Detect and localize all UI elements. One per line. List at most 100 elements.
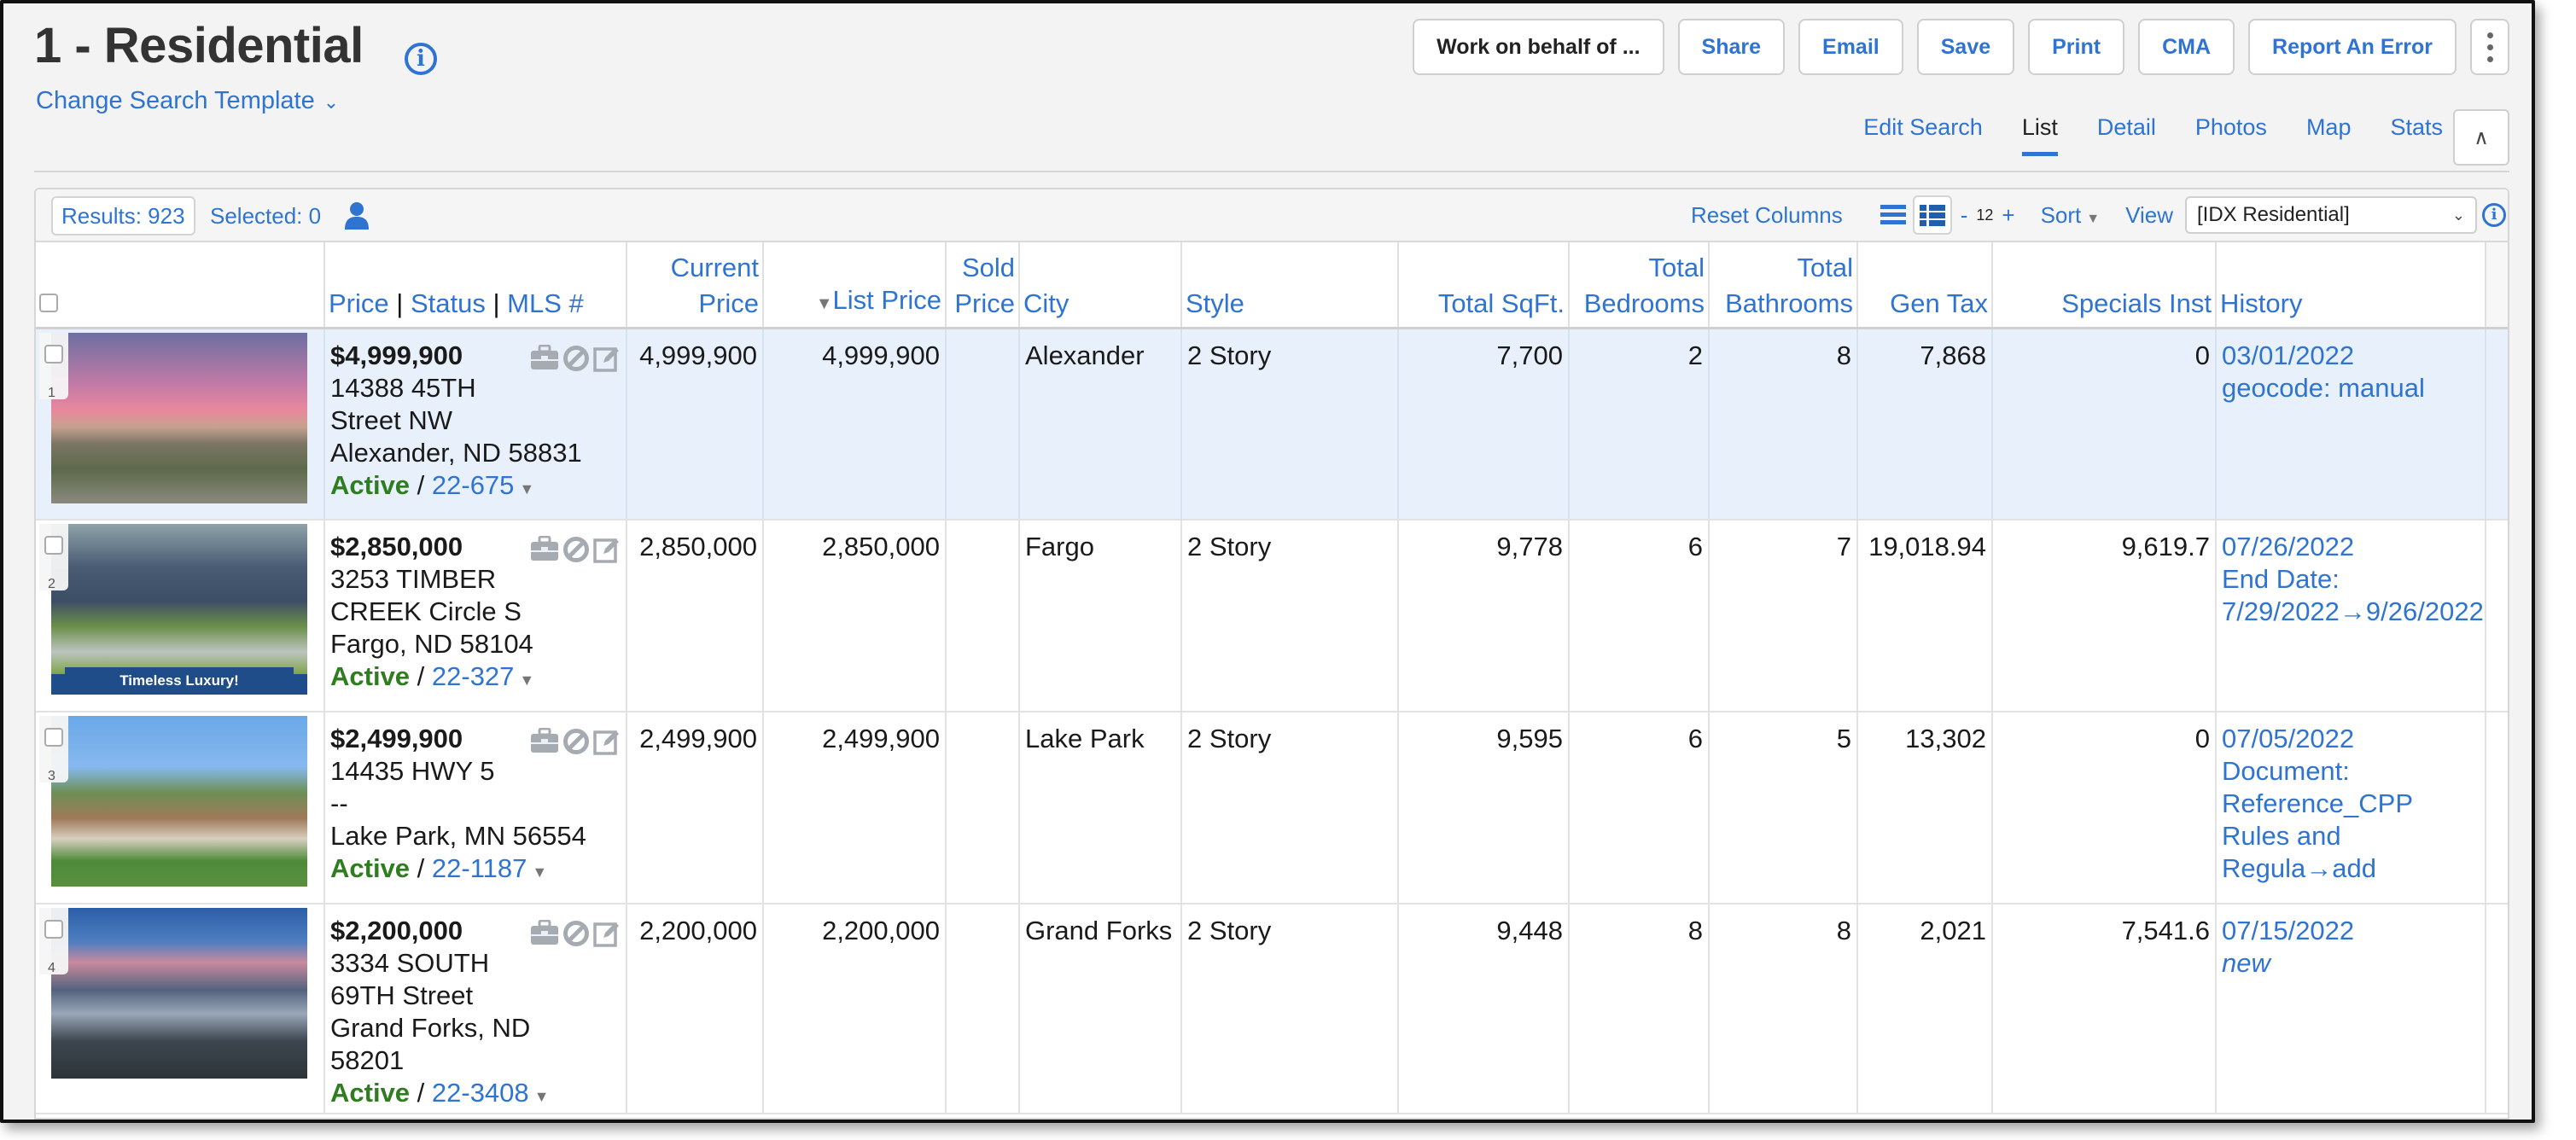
row-checkbox[interactable]	[44, 536, 63, 555]
briefcase-icon[interactable]	[530, 728, 559, 753]
row-actions	[530, 920, 621, 947]
sold-price-cell	[946, 520, 1020, 712]
sort-menu[interactable]: Sort ▼	[2041, 202, 2101, 229]
address-line: 3253 TIMBER	[330, 564, 497, 594]
header-line: Current	[670, 252, 759, 282]
mls-number-link[interactable]: 22-327	[432, 661, 515, 691]
prohibited-icon[interactable]	[562, 920, 590, 947]
listing-photo[interactable]: Timeless Luxury!	[51, 524, 307, 695]
table-row[interactable]: 4 $2,200,000 3334 SOUTH 69TH Street Gran…	[36, 904, 2508, 1114]
history-note[interactable]: new	[2222, 947, 2480, 980]
column-header-mls[interactable]: MLS #	[507, 288, 584, 318]
report-error-button[interactable]: Report An Error	[2248, 19, 2457, 75]
history-cell[interactable]: 07/26/2022 End Date: 7/29/2022→9/26/2022	[2216, 520, 2486, 712]
select-all-checkbox[interactable]	[39, 293, 58, 312]
table-row[interactable]: 1 $4,999,900 14388 45TH Street NW Alexan…	[36, 328, 2508, 521]
info-icon[interactable]: i	[2482, 203, 2506, 227]
row-checkbox[interactable]	[44, 920, 63, 939]
info-icon[interactable]: i	[405, 43, 437, 75]
history-cell[interactable]: 07/05/2022 Document: Reference_CPP Rules…	[2216, 712, 2486, 904]
history-date[interactable]: 03/01/2022	[2222, 340, 2480, 372]
selected-count[interactable]: Selected: 0	[210, 203, 321, 230]
address-line: 69TH Street	[330, 980, 474, 1010]
detail-list-view-icon[interactable]	[1912, 195, 1952, 235]
tab-map[interactable]: Map	[2306, 114, 2352, 154]
tab-list[interactable]: List	[2021, 114, 2058, 156]
address-line: 58201	[330, 1045, 405, 1075]
history-cell[interactable]: 03/01/2022 geocode: manual	[2216, 328, 2486, 521]
caret-down-icon[interactable]: ▼	[519, 672, 534, 689]
tab-edit-search[interactable]: Edit Search	[1863, 114, 1983, 154]
edit-icon[interactable]	[593, 345, 621, 372]
column-header-gen-tax[interactable]: Gen Tax	[1857, 242, 1993, 329]
edit-icon[interactable]	[593, 536, 621, 563]
edit-icon[interactable]	[593, 728, 621, 755]
save-button[interactable]: Save	[1916, 19, 2015, 75]
column-header-city[interactable]: City	[1019, 242, 1182, 329]
column-header-status[interactable]: Status	[411, 288, 486, 318]
column-header-style[interactable]: Style	[1181, 242, 1399, 329]
column-header-bedrooms[interactable]: Total Bedrooms	[1569, 242, 1710, 329]
edit-icon[interactable]	[593, 920, 621, 947]
briefcase-icon[interactable]	[530, 536, 559, 561]
status-badge: Active	[330, 469, 411, 500]
increase-count-button[interactable]: +	[2002, 202, 2014, 229]
history-date[interactable]: 07/15/2022	[2222, 915, 2480, 947]
history-note[interactable]: Document: Reference_CPP Rules and Regula…	[2222, 755, 2480, 885]
history-date[interactable]: 07/26/2022	[2222, 531, 2480, 563]
column-header-specials-inst[interactable]: Specials Inst	[1992, 242, 2217, 329]
history-note[interactable]: End Date: 7/29/2022→9/26/2022	[2222, 563, 2484, 628]
header-line: Total	[1797, 252, 1853, 282]
column-header-current-price[interactable]: Current Price	[627, 242, 764, 329]
column-header-list-price[interactable]: ▼List Price	[763, 242, 947, 329]
mls-number-link[interactable]: 22-3408	[432, 1078, 529, 1108]
prohibited-icon[interactable]	[562, 536, 590, 563]
tab-detail[interactable]: Detail	[2097, 114, 2156, 154]
caret-down-icon[interactable]: ▼	[532, 864, 547, 881]
photo-banner: Timeless Luxury!	[65, 667, 294, 695]
mls-number-link[interactable]: 22-675	[432, 470, 515, 500]
column-header-bathrooms[interactable]: Total Bathrooms	[1709, 242, 1858, 329]
reset-columns-link[interactable]: Reset Columns	[1691, 202, 1843, 229]
mls-number-link[interactable]: 22-1187	[432, 853, 527, 883]
sold-price-cell	[946, 904, 1020, 1114]
table-row[interactable]: 2 Timeless Luxury! $2,850,000 3253 TIMBE…	[36, 520, 2508, 712]
change-search-template-link[interactable]: Change Search Template ⌄	[36, 87, 339, 115]
history-note[interactable]: geocode: manual	[2222, 372, 2480, 404]
view-select[interactable]: [IDX Residential] ⌄	[2185, 196, 2477, 234]
column-header-history[interactable]: History	[2216, 242, 2486, 329]
work-on-behalf-button[interactable]: Work on behalf of ...	[1413, 19, 1664, 75]
caret-down-icon[interactable]: ▼	[534, 1088, 550, 1105]
column-header-total-sqft[interactable]: Total SqFt.	[1398, 242, 1570, 329]
collapse-header-chevron-up-icon[interactable]: ∧	[2453, 109, 2509, 166]
prohibited-icon[interactable]	[562, 728, 590, 755]
prohibited-icon[interactable]	[562, 345, 590, 372]
person-icon[interactable]	[343, 201, 370, 230]
briefcase-icon[interactable]	[530, 920, 559, 945]
print-button[interactable]: Print	[2028, 19, 2125, 75]
share-button[interactable]: Share	[1677, 19, 1786, 75]
history-cell[interactable]: 07/15/2022 new	[2216, 904, 2486, 1114]
history-date[interactable]: 07/05/2022	[2222, 723, 2480, 755]
decrease-count-button[interactable]: -	[1961, 202, 1968, 229]
row-checkbox[interactable]	[44, 728, 63, 747]
list-view-icon[interactable]	[1874, 195, 1913, 235]
more-options-kebab-icon[interactable]	[2470, 19, 2509, 75]
caret-down-icon[interactable]: ▼	[519, 480, 534, 497]
view-tabs: Edit Search List Detail Photos Map Stats	[1863, 114, 2443, 156]
column-header-price[interactable]: Price	[329, 288, 389, 318]
tab-stats[interactable]: Stats	[2390, 114, 2443, 154]
row-checkbox[interactable]	[44, 344, 63, 364]
email-button[interactable]: Email	[1798, 19, 1903, 75]
address-line: Alexander, ND 58831	[330, 437, 582, 468]
table-row[interactable]: 3 $2,499,900 14435 HWY 5 -- Lake Park, M…	[36, 712, 2508, 904]
briefcase-icon[interactable]	[530, 344, 559, 370]
cma-button[interactable]: CMA	[2138, 19, 2235, 75]
listing-photo[interactable]	[51, 332, 307, 503]
column-header-sold-price[interactable]: Sold Price	[946, 242, 1020, 329]
tab-photos[interactable]: Photos	[2195, 114, 2267, 154]
list-price-cell: 2,850,000	[763, 520, 947, 712]
listing-photo[interactable]	[51, 908, 307, 1079]
listing-photo[interactable]	[51, 716, 307, 887]
results-count[interactable]: Results: 923	[51, 196, 195, 236]
